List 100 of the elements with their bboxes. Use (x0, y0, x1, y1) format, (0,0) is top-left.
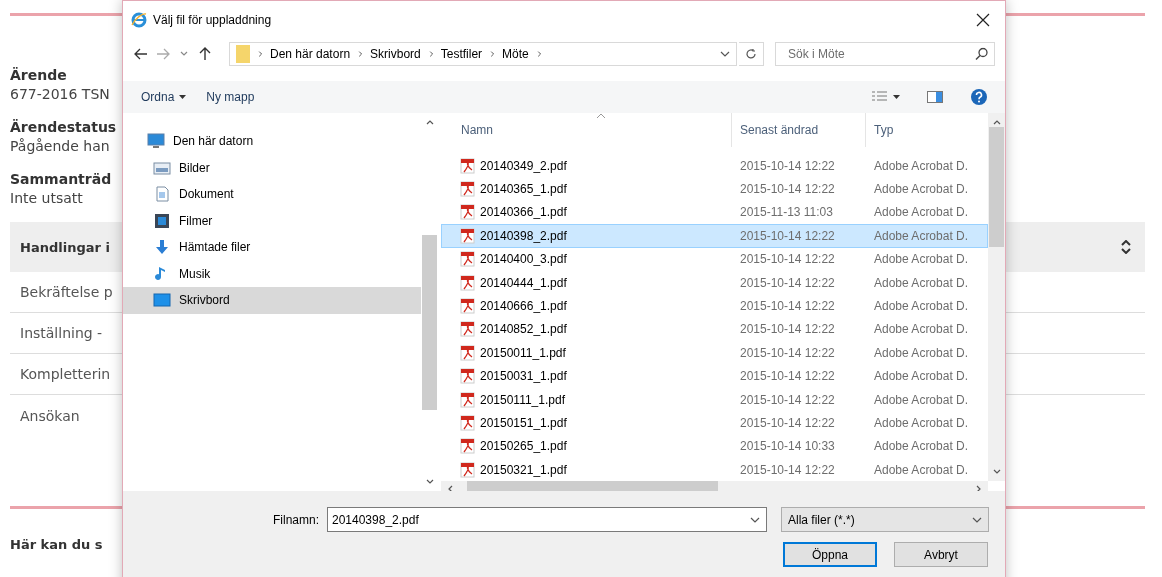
pdf-file-icon (460, 181, 476, 198)
field-label: Ärende (10, 67, 67, 83)
search-field[interactable]: Sök i Möte (775, 42, 995, 66)
file-type: Adobe Acrobat D. (873, 158, 970, 173)
pdf-file-icon (460, 321, 476, 338)
file-name: 20150011_1.pdf (480, 345, 566, 360)
nav-item[interactable]: Filmer (123, 207, 421, 234)
file-type: Adobe Acrobat D. (873, 369, 970, 384)
file-name: 20140852_1.pdf (480, 322, 567, 337)
search-icon[interactable] (975, 47, 988, 61)
monitor-icon (147, 133, 165, 150)
preview-pane-icon[interactable] (927, 91, 943, 103)
pdf-file-icon (460, 368, 476, 385)
file-type: Adobe Acrobat D. (873, 205, 970, 220)
file-name: 20140400_3.pdf (480, 252, 567, 267)
document-link[interactable]: Ansökan (20, 407, 80, 424)
document-link[interactable]: Inställning - (20, 325, 103, 341)
picture-icon (153, 159, 171, 176)
file-name: 20140349_2.pdf (480, 158, 567, 173)
pdf-file-icon (460, 157, 476, 174)
breadcrumb-item[interactable]: Möte (502, 47, 529, 61)
file-type: Adobe Acrobat D. (873, 182, 970, 197)
file-name: 20140398_2.pdf (480, 228, 567, 243)
file-name: 20150111_1.pdf (480, 392, 565, 407)
pdf-file-icon (460, 344, 476, 361)
dropdown-caret-icon (720, 49, 730, 59)
open-button[interactable]: Öppna (783, 542, 877, 567)
address-bar[interactable]: Den här datorn Skrivbord Testfiler Möte (229, 42, 737, 66)
file-type: Adobe Acrobat D. (873, 392, 970, 407)
pdf-file-icon (460, 251, 476, 268)
folder-icon (236, 45, 250, 63)
field-value: Inte utsatt (10, 190, 83, 206)
new-folder-button[interactable]: Ny mapp (206, 90, 255, 104)
file-row[interactable]: 20150011_1.pdf 2015-10-14 12:22 Adobe Acrobat D. (441, 341, 988, 365)
sort-toggle-icon[interactable] (1121, 240, 1131, 254)
modified-date: 2015-10-14 10:33 (739, 439, 836, 454)
column-header[interactable]: Senast ändrad (731, 113, 865, 147)
file-row[interactable]: 20140349_2.pdf 2015-10-14 12:22 Adobe Acrobat D. (441, 154, 988, 178)
filename-label: Filnamn: (273, 512, 319, 527)
nav-item[interactable]: Dokument (123, 181, 421, 208)
nav-item[interactable]: Skrivbord (123, 287, 421, 314)
field-label: Ärendestatus (10, 119, 117, 135)
breadcrumb-item[interactable]: Den här datorn (270, 47, 351, 61)
nav-item[interactable]: Musik (123, 260, 421, 287)
modified-date: 2015-10-14 12:22 (739, 416, 836, 430)
organize-menu[interactable]: Ordna (141, 90, 187, 104)
file-row[interactable]: 20150111_1.pdf 2015-10-14 12:22 Adobe Acrobat D. (441, 387, 988, 412)
file-row[interactable]: 20140666_1.pdf 2015-10-14 12:22 Adobe Acrobat D. (441, 294, 988, 318)
view-list-icon[interactable] (871, 90, 901, 104)
field-value: 677-2016 TSN (10, 86, 110, 102)
nav-item[interactable]: Den här datorn (123, 128, 421, 155)
back-arrow-icon[interactable] (134, 48, 148, 60)
film-icon (153, 212, 171, 229)
document-link[interactable]: Kompletterin (20, 366, 111, 382)
file-type-filter[interactable]: Alla filer (*.*) (781, 507, 989, 532)
file-row[interactable]: 20140398_2.pdf 2015-10-14 12:22 Adobe Acrobat D. (441, 224, 988, 248)
file-row[interactable]: 20150265_1.pdf 2015-10-14 10:33 Adobe Acrobat D. (441, 434, 988, 459)
pdf-file-icon (460, 227, 476, 244)
document-link[interactable]: Bekräftelse p (20, 284, 113, 300)
file-row[interactable]: 20140852_1.pdf 2015-10-14 12:22 Adobe Acrobat D. (441, 317, 988, 342)
file-type: Adobe Acrobat D. (873, 345, 970, 360)
chevron-icon (356, 49, 365, 59)
file-row[interactable]: 20140366_1.pdf 2015-11-13 11:03 Adobe Acrobat D. (441, 200, 988, 225)
modified-date: 2015-10-14 12:22 (739, 392, 836, 407)
close-icon[interactable] (976, 13, 990, 27)
scrollbar[interactable] (988, 113, 1005, 482)
breadcrumb-item[interactable]: Skrivbord (370, 47, 421, 61)
chevron-icon (256, 49, 264, 59)
nav-item[interactable]: Bilder (123, 154, 421, 181)
help-icon[interactable] (971, 89, 987, 105)
file-row[interactable]: 20150151_1.pdf 2015-10-14 12:22 Adobe Acrobat D. (441, 411, 988, 435)
dropdown-caret-icon[interactable] (180, 51, 188, 57)
pdf-file-icon (460, 298, 476, 315)
section-title: Handlingar i (20, 239, 110, 255)
file-name: 20140666_1.pdf (480, 299, 567, 314)
column-header[interactable]: Namn (441, 113, 731, 147)
cancel-button[interactable]: Avbryt (894, 542, 988, 567)
file-row[interactable]: 20150321_1.pdf 2015-10-14 12:22 Adobe Acrobat D. (441, 458, 988, 482)
refresh-button[interactable] (739, 42, 764, 66)
file-name: 20140444_1.pdf (480, 275, 567, 290)
file-row[interactable]: 20140400_3.pdf 2015-10-14 12:22 Adobe Acrobat D. (441, 247, 988, 271)
file-type: Adobe Acrobat D. (873, 416, 970, 430)
file-name: 20140365_1.pdf (480, 182, 567, 197)
breadcrumb-item[interactable]: Testfiler (440, 47, 483, 61)
file-type: Adobe Acrobat D. (873, 299, 970, 314)
file-type: Adobe Acrobat D. (873, 322, 970, 337)
modified-date: 2015-10-14 12:22 (739, 299, 836, 314)
up-arrow-icon[interactable] (199, 47, 211, 61)
field-value: Pågående han (10, 138, 110, 154)
dropdown-caret-icon (179, 95, 187, 99)
file-row[interactable]: 20150031_1.pdf 2015-10-14 12:22 Adobe Acrobat D. (441, 364, 988, 388)
nav-item[interactable]: Hämtade filer (123, 234, 421, 261)
file-type: Adobe Acrobat D. (873, 252, 970, 267)
filename-field[interactable]: 20140398_2.pdf (327, 507, 767, 532)
file-row[interactable]: 20140444_1.pdf 2015-10-14 12:22 Adobe Acrobat D. (441, 270, 988, 295)
document-icon (153, 186, 171, 203)
modified-date: 2015-11-13 11:03 (739, 205, 834, 220)
modified-date: 2015-10-14 12:22 (739, 252, 836, 267)
file-row[interactable]: 20140365_1.pdf 2015-10-14 12:22 Adobe Acrobat D. (441, 177, 988, 201)
file-name: 20150031_1.pdf (480, 369, 567, 384)
